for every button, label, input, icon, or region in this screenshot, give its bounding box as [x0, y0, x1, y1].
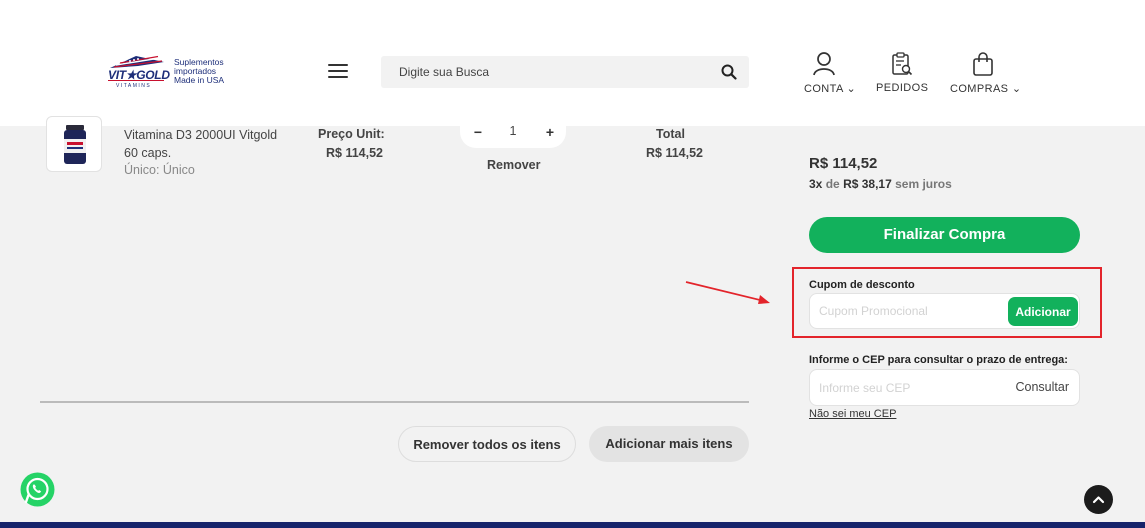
chevron-up-icon [1092, 496, 1105, 504]
installments-text: 3x de R$ 38,17 sem juros [809, 177, 952, 191]
nav-account[interactable]: CONTA ⌄ [804, 51, 856, 95]
nav-orders-label: PEDIDOS [876, 82, 929, 94]
item-total-value: R$ 114,52 [646, 146, 703, 160]
footer-bar [0, 522, 1145, 528]
nav-orders[interactable]: PEDIDOS [876, 51, 928, 94]
nav-cart[interactable]: COMPRAS ⌄ [950, 51, 1021, 95]
annotation-arrow-icon [685, 281, 770, 304]
remove-all-items-button[interactable]: Remover todos os itens [398, 426, 576, 462]
supplement-bottle-image [64, 125, 86, 164]
order-total: R$ 114,52 [809, 155, 878, 172]
user-icon [813, 52, 835, 76]
cep-field: Consultar [809, 369, 1080, 406]
quantity-increase-button[interactable]: + [540, 123, 560, 141]
unit-price-label: Preço Unit: [318, 127, 385, 141]
consult-shipping-button[interactable]: Consultar [1016, 380, 1070, 394]
hamburger-menu-icon[interactable] [328, 64, 348, 80]
installments-value: R$ 38,17 [843, 177, 892, 191]
shipping-cep-label: Informe o CEP para consultar o prazo de … [809, 354, 1068, 366]
quantity-stepper: − 1 + [460, 116, 566, 148]
logo-tagline: Suplementos importados Made in USA [174, 58, 240, 85]
unknown-cep-link[interactable]: Não sei meu CEP [809, 408, 896, 420]
search-icon[interactable] [721, 64, 737, 80]
search-bar [381, 56, 749, 88]
product-variant: Único: Único [124, 163, 195, 177]
product-name[interactable]: Vitamina D3 2000UI Vitgold 60 caps. [124, 126, 284, 162]
cart-divider [40, 401, 749, 403]
installments-interest: sem juros [895, 177, 952, 191]
quantity-decrease-button[interactable]: − [468, 123, 488, 141]
whatsapp-icon[interactable] [19, 471, 56, 508]
apply-coupon-button[interactable]: Adicionar [1008, 297, 1078, 326]
back-to-top-button[interactable] [1084, 485, 1113, 514]
logo-tagline-line: Made in USA [174, 75, 225, 85]
item-total-label: Total [656, 127, 685, 141]
chevron-down-icon: ⌄ [846, 83, 857, 95]
quantity-value[interactable]: 1 [502, 124, 524, 138]
checkout-button[interactable]: Finalizar Compra [809, 217, 1080, 253]
remove-item-button[interactable]: Remover [487, 158, 541, 172]
coupon-label: Cupom de desconto [809, 279, 915, 291]
nav-cart-label: COMPRAS [950, 83, 1009, 95]
shopping-bag-icon [973, 52, 993, 76]
logo-brand-text: VIT★GOLD [108, 68, 170, 82]
installments-of: de [825, 177, 840, 191]
product-thumbnail[interactable] [46, 116, 102, 172]
search-input[interactable] [381, 56, 711, 88]
add-more-items-button[interactable]: Adicionar mais itens [589, 426, 749, 462]
orders-icon [892, 52, 913, 76]
coupon-input[interactable] [810, 294, 1000, 328]
cep-input[interactable] [810, 370, 1000, 405]
coupon-field: Adicionar [809, 293, 1080, 329]
chevron-down-icon: ⌄ [1011, 83, 1022, 95]
site-header: VIT★GOLD VITAMINS Suplementos importados… [0, 0, 1145, 126]
installments-count: 3x [809, 177, 823, 191]
unit-price-value: R$ 114,52 [326, 146, 383, 160]
nav-account-label: CONTA [804, 83, 844, 95]
vitgold-logo[interactable]: VIT★GOLD VITAMINS Suplementos importados… [106, 52, 236, 94]
logo-sub-text: VITAMINS [116, 83, 152, 89]
